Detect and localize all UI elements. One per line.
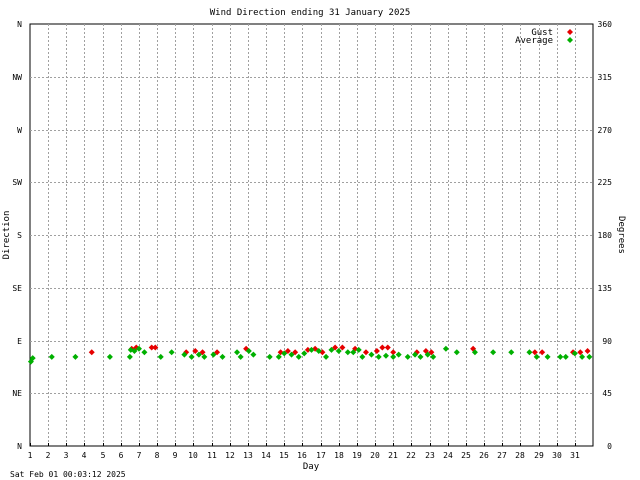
x-tick-label: 29 [534,451,544,460]
x-tick-label: 10 [188,451,198,460]
timestamp: Sat Feb 01 00:03:12 2025 [10,470,126,479]
x-tick-label: 14 [261,451,271,460]
x-tick-label: 24 [443,451,453,460]
y-tick-label-compass: SE [12,284,22,293]
x-tick-label: 3 [64,451,69,460]
x-tick-label: 4 [82,451,87,460]
x-tick-label: 17 [316,451,326,460]
y-tick-label-degrees: 180 [598,231,613,240]
x-tick-label: 19 [352,451,362,460]
x-tick-label: 11 [207,451,217,460]
y-tick-label-degrees: 360 [598,20,613,29]
x-tick-label: 8 [155,451,160,460]
x-tick-label: 9 [173,451,178,460]
y-tick-label-compass: N [17,20,22,29]
x-tick-label: 23 [425,451,435,460]
y-tick-label-degrees: 225 [598,178,613,187]
y-tick-label-degrees: 270 [598,126,613,135]
x-tick-label: 25 [461,451,471,460]
x-tick-label: 21 [388,451,398,460]
x-tick-label: 7 [137,451,142,460]
x-tick-label: 13 [243,451,253,460]
x-tick-label: 15 [279,451,289,460]
x-tick-label: 31 [570,451,580,460]
x-tick-label: 16 [297,451,307,460]
y-tick-label-degrees: 45 [602,389,612,398]
x-tick-label: 5 [101,451,106,460]
x-tick-label: 18 [334,451,344,460]
y-tick-label-compass: W [17,126,22,135]
wind-direction-chart: 1 2 3 4 5 6 7 8 9 10 11 12 13 14 15 16 17 18 19 20 21 22 23 24 2… [0,0,640,480]
legend-average-label: Average [515,36,553,46]
chart-canvas: 1 2 3 4 5 6 7 8 9 10 11 12 13 14 15 16 17 18 19 20 21 22 23 24 2… [2,8,626,479]
x-tick-label: 12 [225,451,235,460]
y-tick-label-compass: NW [12,73,22,82]
y-tick-label-compass: S [17,231,22,240]
x-axis-label: Day [303,462,320,472]
y-tick-label-compass: N [17,442,22,451]
chart-title: Wind Direction ending 31 January 2025 [210,8,410,18]
y-tick-label-degrees: 90 [602,337,612,346]
y-axis-label-right: Degrees [616,216,626,254]
x-tick-label: 28 [515,451,525,460]
x-tick-label: 6 [119,451,124,460]
y-tick-label-degrees: 135 [598,284,613,293]
x-tick-label: 1 [28,451,33,460]
x-tick-label: 22 [406,451,416,460]
x-tick-label: 2 [46,451,51,460]
y-tick-label-compass: E [17,337,22,346]
x-tick-label: 26 [479,451,489,460]
y-axis-label-left: Direction [2,211,12,260]
y-tick-label-compass: SW [12,178,22,187]
x-tick-label: 20 [370,451,380,460]
x-tick-label: 27 [497,451,507,460]
y-tick-label-degrees: 0 [607,442,612,451]
y-tick-label-compass: NE [12,389,22,398]
y-tick-label-degrees: 315 [598,73,613,82]
x-tick-label: 30 [552,451,562,460]
